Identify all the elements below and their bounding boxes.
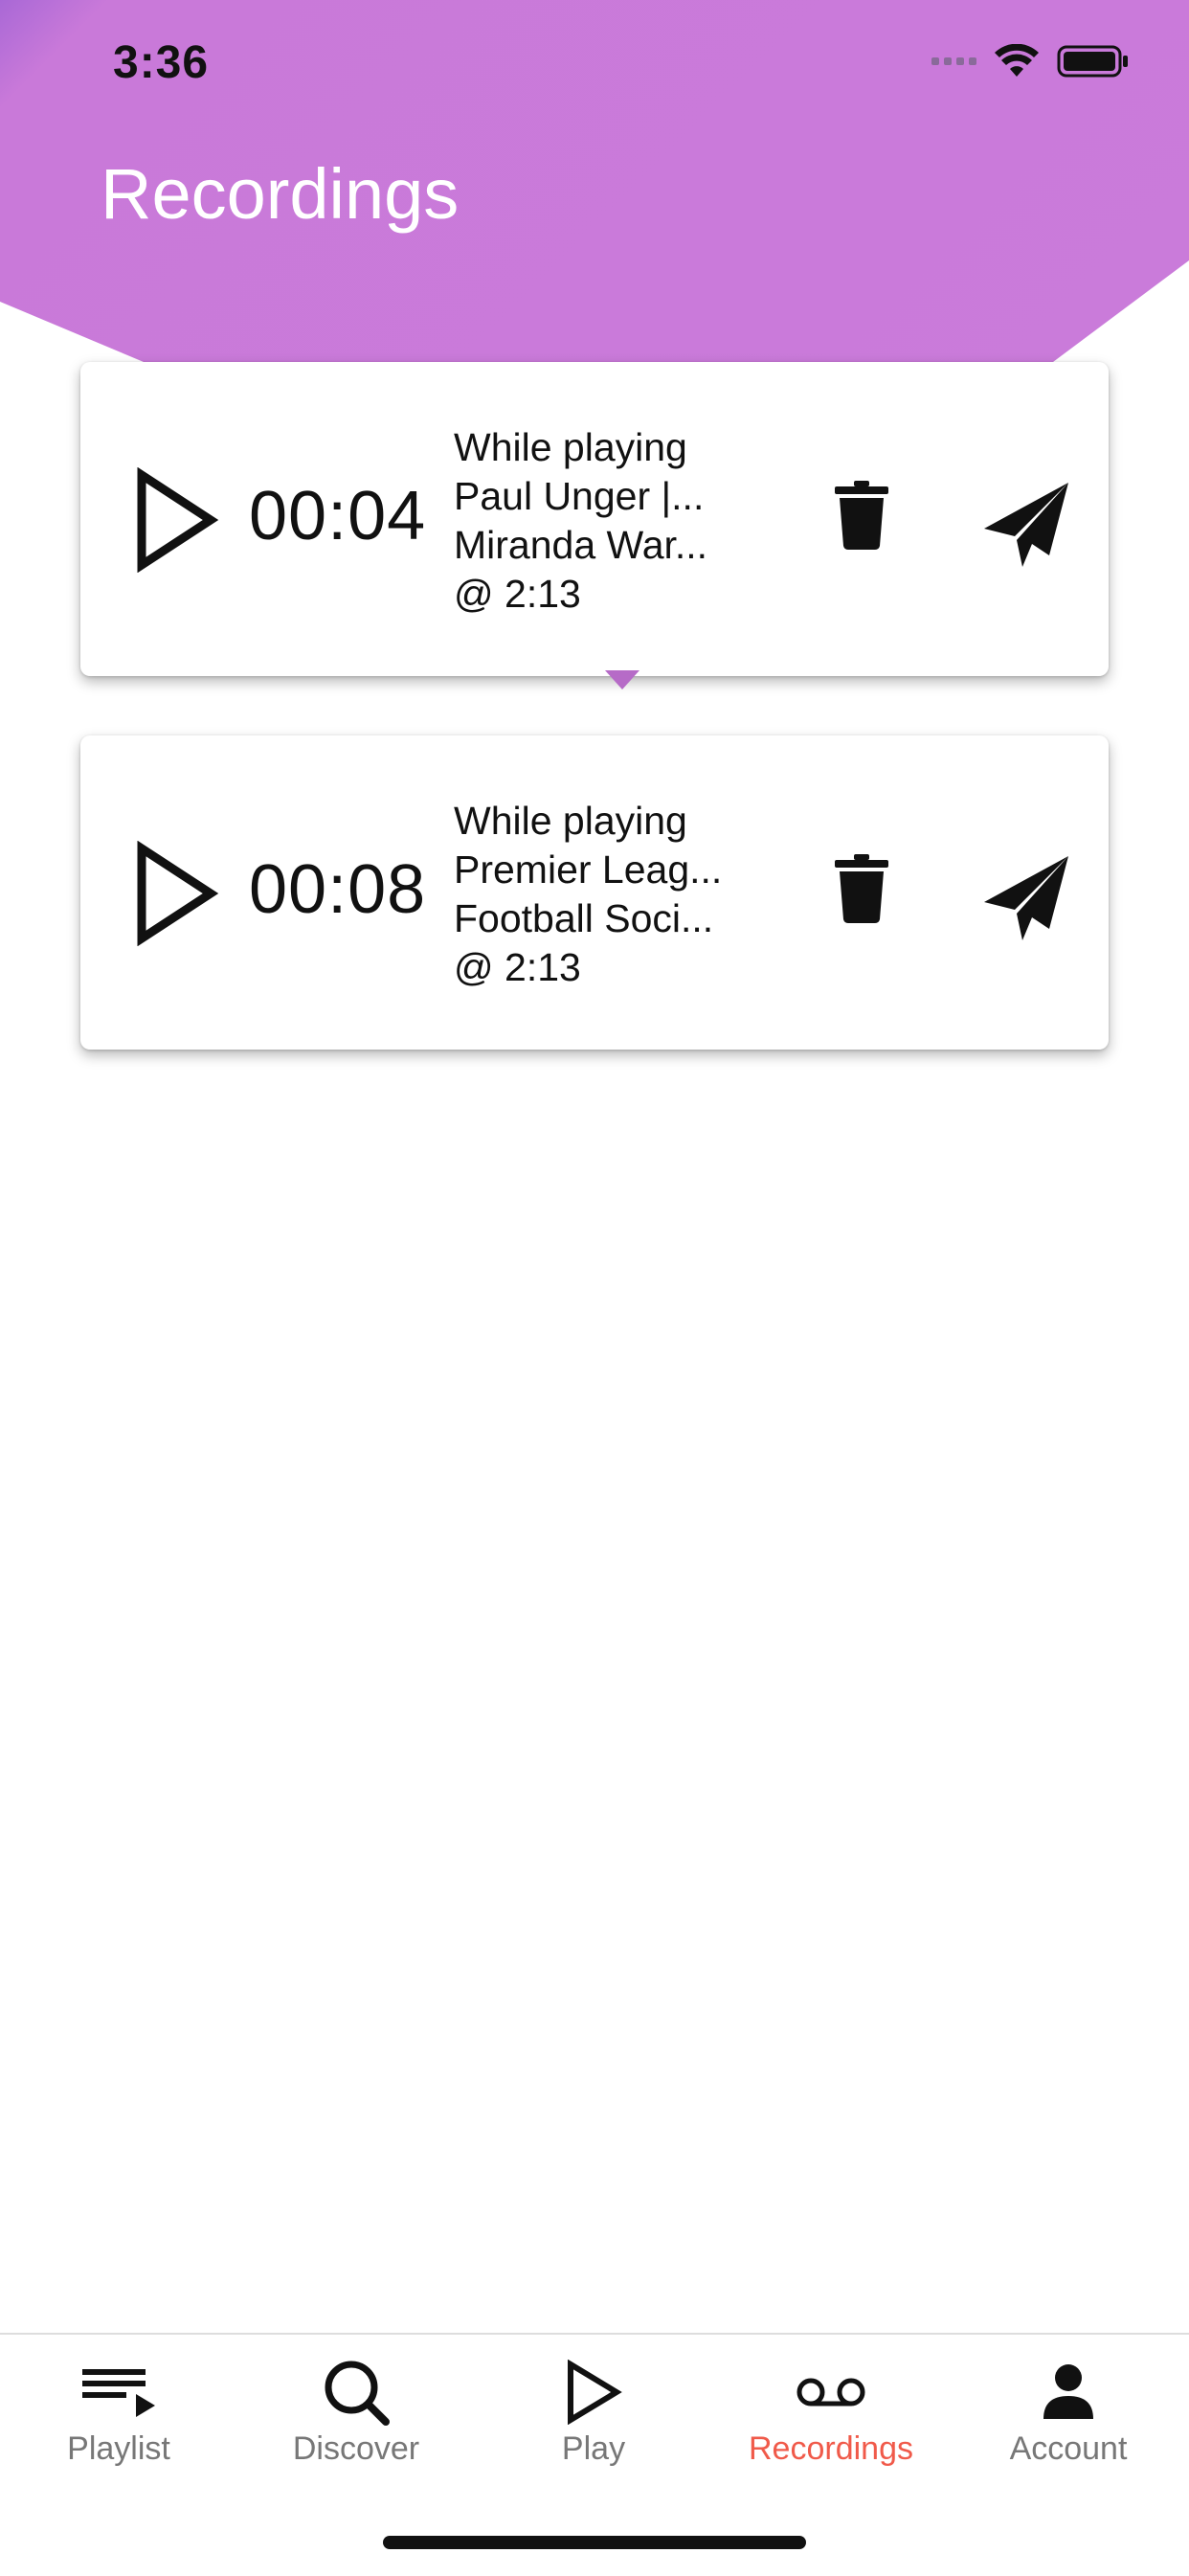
- tab-label: Account: [1009, 2430, 1128, 2467]
- trash-icon[interactable]: [835, 854, 888, 923]
- send-icon[interactable]: [982, 854, 1070, 942]
- recording-info-line: Football Soci...: [454, 896, 714, 940]
- status-icons: [931, 44, 1130, 79]
- tab-label: Discover: [292, 2430, 420, 2467]
- tab-label: Recordings: [749, 2430, 913, 2467]
- recording-info-line: Paul Unger |...: [454, 474, 705, 518]
- tab-playlist[interactable]: Playlist: [0, 2335, 237, 2507]
- recording-info-line: Miranda War...: [454, 523, 708, 567]
- status-time: 3:36: [113, 37, 210, 88]
- home-indicator[interactable]: [383, 2536, 806, 2549]
- battery-icon: [1057, 45, 1128, 78]
- tab-label: Playlist: [67, 2430, 170, 2467]
- recording-info-line: @ 2:13: [454, 945, 581, 989]
- recording-card: 00:04 While playing Paul Unger |... Mira…: [80, 362, 1109, 676]
- wifi-icon: [995, 44, 1039, 77]
- trash-icon[interactable]: [835, 481, 888, 550]
- voicemail-icon: [796, 2378, 865, 2407]
- tab-play[interactable]: Play: [475, 2335, 712, 2507]
- recording-info-line: @ 2:13: [454, 572, 581, 616]
- tab-account[interactable]: Account: [950, 2335, 1187, 2507]
- cellular-signal-icon: [931, 57, 976, 65]
- tab-label: Play: [561, 2430, 626, 2467]
- play-icon[interactable]: [134, 841, 220, 946]
- recording-info: While playing Paul Unger |... Miranda Wa…: [454, 423, 741, 619]
- recording-info-line: While playing: [454, 799, 687, 843]
- recording-duration: 00:04: [249, 478, 427, 554]
- play-icon: [568, 2360, 622, 2425]
- tab-discover[interactable]: Discover: [237, 2335, 475, 2507]
- send-icon[interactable]: [982, 481, 1070, 569]
- person-icon: [1043, 2364, 1093, 2419]
- recording-info-line: While playing: [454, 425, 687, 469]
- recording-info-line: Premier Leag...: [454, 847, 723, 892]
- page-title: Recordings: [101, 154, 460, 234]
- recording-info: While playing Premier Leag... Football S…: [454, 797, 741, 992]
- playlist-icon: [82, 2369, 155, 2417]
- card-pointer: [605, 670, 639, 689]
- play-icon[interactable]: [134, 467, 220, 573]
- tab-recordings[interactable]: Recordings: [712, 2335, 950, 2507]
- search-icon: [325, 2361, 390, 2426]
- recording-duration: 00:08: [249, 851, 427, 928]
- recording-card: 00:08 While playing Premier Leag... Foot…: [80, 735, 1109, 1050]
